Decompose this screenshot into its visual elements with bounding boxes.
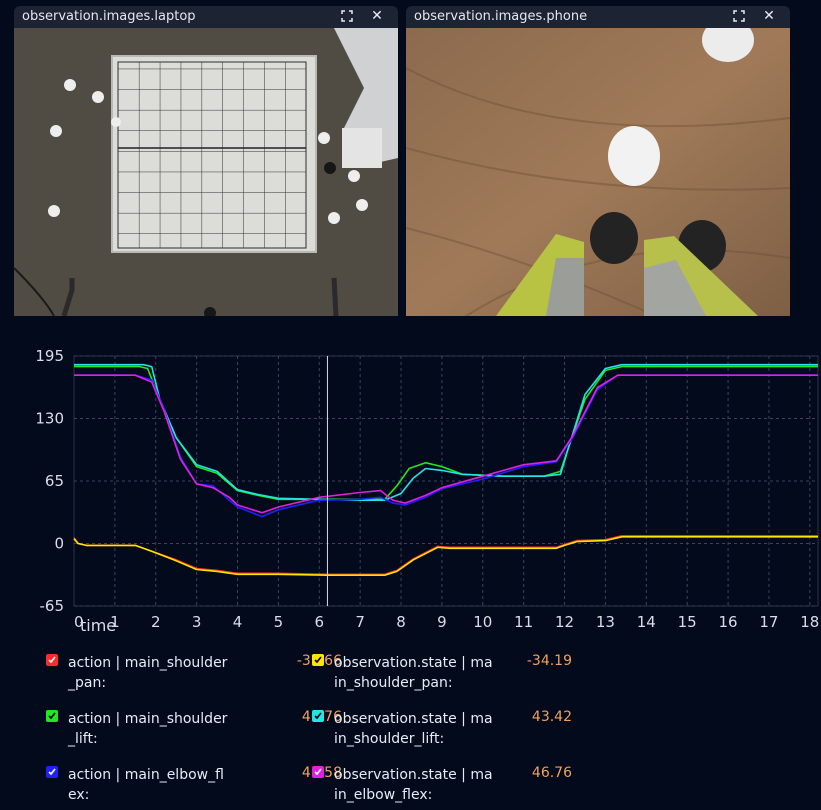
x-tick-label: 8 <box>396 613 406 631</box>
x-tick-label: 2 <box>151 613 161 631</box>
camera-image-laptop <box>14 28 398 316</box>
y-tick-label: -65 <box>40 597 65 615</box>
legend-label: observation.state | main_elbow_flex: <box>334 767 493 803</box>
legend-item[interactable]: action | main_elbow_flex: 46.58 <box>46 762 342 803</box>
close-icon[interactable]: ✕ <box>760 8 778 24</box>
x-tick-label: 18 <box>800 613 819 631</box>
x-tick-label: 15 <box>678 613 697 631</box>
camera-panel-phone: observation.images.phone ✕ <box>406 6 790 316</box>
legend: action | main_shoulder_pan: -33.66 obser… <box>0 650 821 810</box>
camera-image-phone <box>406 28 790 316</box>
checkbox-icon[interactable] <box>46 710 58 722</box>
y-tick-label: 130 <box>35 410 64 428</box>
legend-item[interactable]: observation.state | main_elbow_flex: 46.… <box>312 762 572 803</box>
checkbox-icon[interactable] <box>46 654 58 666</box>
y-tick-label: 0 <box>54 535 64 553</box>
y-tick-label: 195 <box>35 347 64 365</box>
x-tick-label: 7 <box>355 613 365 631</box>
legend-value: 43.42 <box>531 709 572 725</box>
legend-label: observation.state | main_shoulder_pan: <box>334 655 493 691</box>
legend-item[interactable]: observation.state | main_shoulder_pan: -… <box>312 650 572 691</box>
panel-title: observation.images.laptop <box>22 9 196 24</box>
checkbox-icon[interactable] <box>46 766 58 778</box>
y-tick-label: 65 <box>45 472 64 490</box>
x-axis-label: time <box>80 616 116 635</box>
x-tick-label: 3 <box>192 613 202 631</box>
x-tick-label: 16 <box>719 613 738 631</box>
x-tick-label: 4 <box>233 613 243 631</box>
legend-value: -34.19 <box>526 653 572 669</box>
x-tick-label: 5 <box>274 613 284 631</box>
maximize-icon[interactable] <box>730 8 748 24</box>
legend-label: action | main_shoulder_lift: <box>68 711 228 747</box>
panel-header: observation.images.laptop ✕ <box>14 6 398 28</box>
chart-background <box>0 320 821 650</box>
legend-label: observation.state | main_shoulder_lift: <box>334 711 493 747</box>
legend-label: action | main_shoulder_pan: <box>68 655 228 691</box>
panel-title: observation.images.phone <box>414 9 588 24</box>
time-series-chart[interactable]: 195130650-65 0 1 2 3 4 5 6 7 8 9 10 11 12 13 14 15 16 17 1… <box>0 320 821 650</box>
x-tick-label: 9 <box>437 613 447 631</box>
legend-item[interactable]: action | main_shoulder_lift: 46.76 <box>46 706 342 747</box>
panel-header: observation.images.phone ✕ <box>406 6 790 28</box>
checkbox-icon[interactable] <box>312 710 324 722</box>
x-tick-label: 10 <box>473 613 492 631</box>
checkbox-icon[interactable] <box>312 766 324 778</box>
legend-item[interactable]: action | main_shoulder_pan: -33.66 <box>46 650 342 691</box>
x-tick-label: 12 <box>555 613 574 631</box>
close-icon[interactable]: ✕ <box>368 8 386 24</box>
x-tick-label: 17 <box>759 613 778 631</box>
maximize-icon[interactable] <box>338 8 356 24</box>
x-tick-label: 11 <box>514 613 533 631</box>
legend-item[interactable]: observation.state | main_shoulder_lift: … <box>312 706 572 747</box>
legend-value: 46.76 <box>531 765 572 781</box>
x-tick-label: 6 <box>315 613 325 631</box>
x-tick-label: 14 <box>637 613 656 631</box>
camera-panel-laptop: observation.images.laptop ✕ <box>14 6 398 316</box>
checkbox-icon[interactable] <box>312 654 324 666</box>
legend-label: action | main_elbow_flex: <box>68 767 224 803</box>
x-tick-label: 13 <box>596 613 615 631</box>
